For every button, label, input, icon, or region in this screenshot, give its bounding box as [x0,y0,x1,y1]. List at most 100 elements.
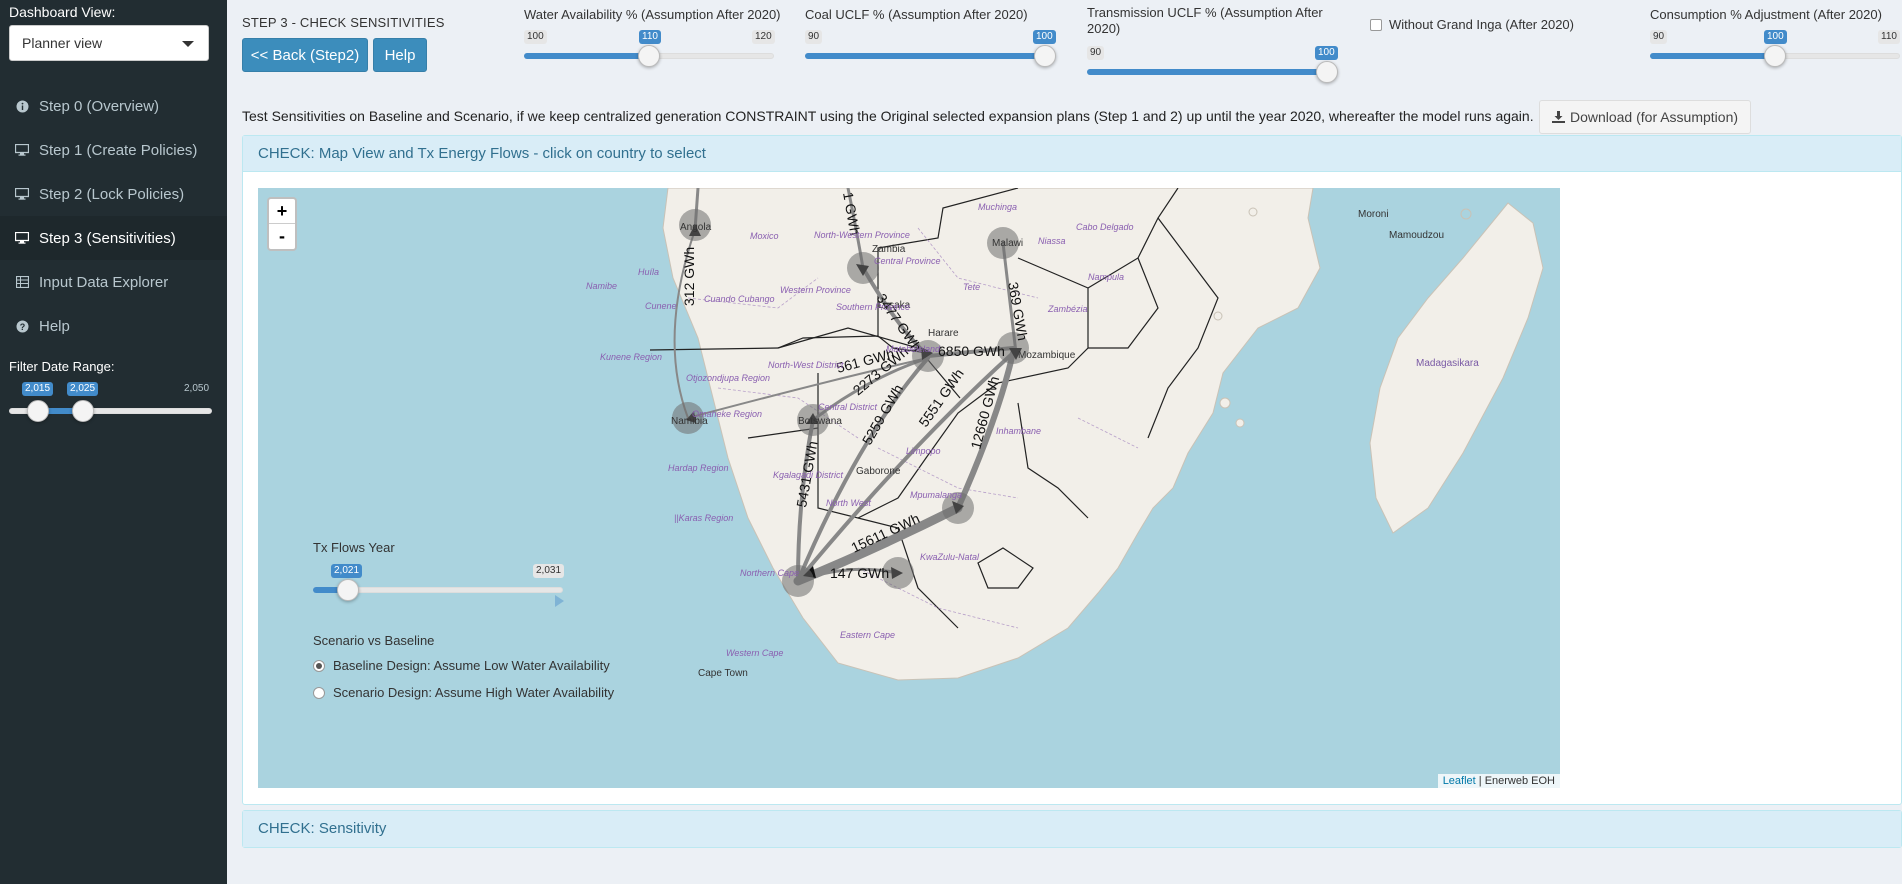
slider-value-tag: 2,021 [331,564,363,578]
date-range-from-tag: 2,015 [22,382,54,396]
desktop-icon [15,187,29,201]
transmission-uclf-label: Transmission UCLF % (Assumption After 20… [1087,5,1323,36]
sidebar-item-step2[interactable]: Step 2 (Lock Policies) [0,172,227,216]
region-label: Mpumalanga [910,490,962,500]
help-button[interactable]: Help [373,38,427,72]
region-label: Tete [963,282,980,292]
place-label: Angola [680,222,712,233]
sidebar-item-label: Input Data Explorer [39,273,169,291]
place-label: Mamoudzou [1389,230,1444,241]
svg-text:?: ? [19,322,25,332]
dashboard-view-select[interactable]: Planner view [9,25,209,61]
island [1235,418,1245,428]
energy-flow-map[interactable]: 312 GWh 1 GWh 3477 GWh 369 GWh 6850 GWh … [258,188,1560,788]
attribution-text: | Enerweb EOH [1475,775,1555,787]
sensitivity-description: Test Sensitivities on Baseline and Scena… [242,108,1534,124]
baseline-radio-label: Baseline Design: Assume Low Water Availa… [333,658,610,673]
slider-value-tag: 110 [639,30,661,44]
region-label: Eastern Cape [840,630,895,640]
region-label: Inhambane [996,426,1041,436]
scenario-radio[interactable] [313,686,325,699]
date-range-from-handle[interactable] [27,400,49,422]
region-label: North West [826,498,871,508]
slider-handle[interactable] [1316,61,1338,83]
filter-date-label: Filter Date Range: [9,359,115,374]
slider-handle[interactable] [638,45,660,67]
water-availability-label: Water Availability % (Assumption After 2… [524,7,781,22]
slider-max-tag: 110 [1878,30,1900,44]
slider-min-tag: 90 [1087,46,1105,60]
region-label: Limpopo [906,446,941,456]
download-label: Download (for Assumption) [1569,109,1739,125]
place-label: Mozambique [1018,350,1076,361]
sidebar-item-label: Step 0 (Overview) [39,97,160,115]
desktop-icon [15,231,29,245]
without-grand-inga-checkbox[interactable] [1370,19,1382,31]
region-label: Moxico [750,231,779,241]
map-attribution: Leaflet | Enerweb EOH [1437,774,1560,788]
place-label: Botswana [798,416,842,427]
region-label: Zambézia [1047,304,1088,314]
sidebar-item-step1[interactable]: Step 1 (Create Policies) [0,128,227,172]
flow-label: 6850 GWh [938,343,1005,359]
island [1248,207,1258,217]
island [1219,397,1231,409]
zoom-out-button[interactable]: - [269,224,295,249]
region-label: Kgalagadi District [773,470,844,480]
leaflet-link[interactable]: Leaflet [1443,775,1476,787]
sensitivity-box-title[interactable]: CHECK: Sensitivity [243,811,1901,847]
without-grand-inga-label: Without Grand Inga (After 2020) [1389,17,1574,32]
download-button[interactable]: Download (for Assumption) [1539,100,1751,134]
sensitivity-box: CHECK: Sensitivity [242,810,1902,848]
region-label: Omaheke Region [692,409,762,419]
sidebar-item-step0[interactable]: Step 0 (Overview) [0,84,227,128]
date-range-to-handle[interactable] [72,400,94,422]
consumption-adjustment-label: Consumption % Adjustment (After 2020) [1650,7,1882,22]
region-label: Muchinga [978,202,1017,212]
scenario-radio-option[interactable]: Scenario Design: Assume High Water Avail… [313,685,614,700]
region-label: Kunene Region [600,352,662,362]
slider-handle[interactable] [337,579,359,601]
sidebar-item-step3[interactable]: Step 3 (Sensitivities) [0,216,227,260]
region-label: Central District [818,402,878,412]
slider-handle[interactable] [1764,45,1786,67]
baseline-radio-option[interactable]: Baseline Design: Assume Low Water Availa… [313,658,610,673]
region-label: Cabo Delgado [1076,222,1134,232]
slider-handle[interactable] [1034,45,1056,67]
scenario-radio-label: Scenario Design: Assume High Water Avail… [333,685,615,700]
sidebar-item-input-data-explorer[interactable]: Input Data Explorer [0,260,227,304]
slider-min-tag: 90 [805,30,823,44]
consumption-adjustment-slider[interactable]: 90 100 110 [1650,28,1900,68]
sidebar-item-help[interactable]: ? Help [0,304,227,348]
caret-down-icon [182,41,194,47]
slider-value-tag: 100 [1315,46,1338,60]
water-availability-slider[interactable]: 100 110 120 [524,28,775,68]
transmission-uclf-slider[interactable]: 90 100 [1087,44,1338,84]
map-box-title[interactable]: CHECK: Map View and Tx Energy Flows - cl… [243,136,1901,172]
region-label: North-West District [768,360,844,370]
baseline-radio[interactable] [313,659,325,672]
region-label: Huíla [638,267,659,277]
sidebar: Dashboard View: Planner view Step 0 (Ove… [0,0,227,884]
africa-landmass [662,188,1321,681]
date-range-slider[interactable]: 2,015 2,025 2,050 [9,380,212,422]
region-label: Otjozondjupa Region [686,373,770,383]
zoom-in-button[interactable]: + [269,199,295,224]
coal-uclf-label: Coal UCLF % (Assumption After 2020) [805,7,1028,22]
date-range-max-tag: 2,050 [184,383,210,394]
dashboard-view-value: Planner view [22,35,103,51]
dashboard-view-label: Dashboard View: [9,4,116,20]
slider-min-tag: 90 [1650,30,1668,44]
place-label: Harare [928,328,959,339]
region-label: Niassa [1038,236,1066,246]
info-icon [15,99,29,113]
region-label: ||Karas Region [674,513,733,523]
tx-flows-year-slider[interactable]: 2,021 2,031 [313,562,565,607]
sidebar-item-label: Step 3 (Sensitivities) [39,229,176,247]
coal-uclf-slider[interactable]: 90 100 [805,28,1056,68]
back-button[interactable]: << Back (Step2) [242,38,368,72]
step-title: STEP 3 - CHECK SENSITIVITIES [242,15,445,30]
sidebar-item-label: Help [39,317,70,335]
place-label: Malawi [992,238,1023,249]
play-icon[interactable] [555,595,564,607]
